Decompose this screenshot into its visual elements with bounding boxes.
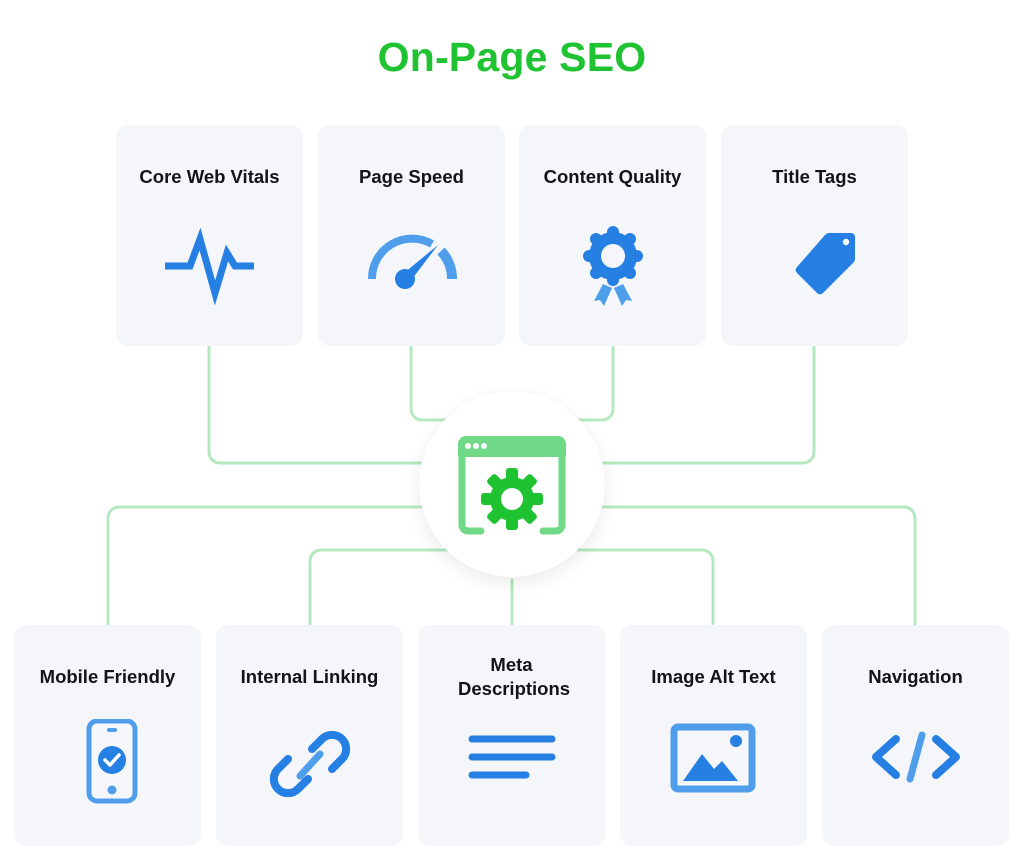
speedometer-icon	[362, 221, 462, 311]
award-badge-icon	[563, 221, 663, 311]
connector-mobile-friendly	[106, 505, 432, 626]
connector-core-web-vitals	[207, 345, 432, 465]
connector-content-quality	[563, 345, 615, 422]
card-meta-descriptions: Meta Descriptions	[418, 625, 605, 846]
settings-window-icon	[458, 436, 566, 535]
text-lines-icon	[462, 719, 562, 809]
connector-navigation	[593, 505, 917, 626]
card-label: Navigation	[868, 666, 963, 687]
card-label: Core Web Vitals	[139, 166, 280, 187]
card-core-web-vitals: Core Web Vitals	[116, 125, 303, 346]
card-internal-linking: Internal Linking	[216, 625, 403, 846]
card-label: Content Quality	[543, 166, 682, 187]
connector-image-alt-text	[563, 548, 715, 626]
card-navigation: Navigation	[822, 625, 1009, 846]
card-label: Meta Descriptions	[458, 654, 571, 699]
card-title-tags: Title Tags	[721, 125, 908, 346]
image-icon	[664, 719, 764, 809]
card-label: Mobile Friendly	[39, 666, 176, 687]
connector-title-tags	[593, 345, 816, 465]
card-content-quality: Content Quality	[519, 125, 706, 346]
card-label: Internal Linking	[240, 666, 379, 687]
card-image-alt-text: Image Alt Text	[620, 625, 807, 846]
tag-icon	[765, 221, 865, 311]
code-icon	[866, 719, 966, 809]
card-page-speed: Page Speed	[318, 125, 505, 346]
mobile-check-icon	[58, 719, 158, 809]
card-label: Image Alt Text	[651, 666, 776, 687]
connector-internal-linking	[308, 548, 462, 626]
connector-page-speed	[409, 345, 462, 422]
card-mobile-friendly: Mobile Friendly	[14, 625, 201, 846]
card-label: Page Speed	[359, 166, 464, 187]
card-label: Title Tags	[772, 166, 857, 187]
heartbeat-icon	[160, 221, 260, 311]
hub-circle	[419, 391, 605, 577]
link-icon	[260, 719, 360, 809]
